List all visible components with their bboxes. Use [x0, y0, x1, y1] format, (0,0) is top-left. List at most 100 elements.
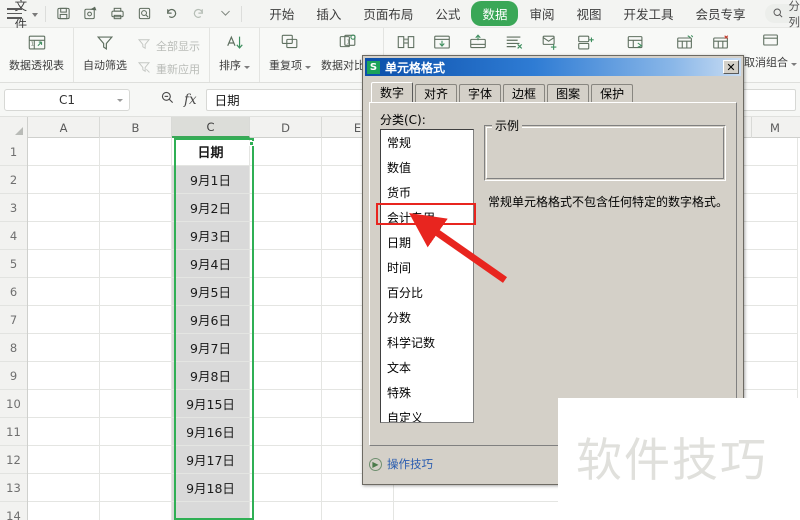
row-header-6[interactable]: 6	[0, 278, 27, 306]
cell-D4[interactable]	[250, 222, 322, 250]
row-header-10[interactable]: 10	[0, 390, 27, 418]
search-input[interactable]: 分列	[764, 0, 800, 29]
cell-C2[interactable]: 9月1日	[172, 166, 250, 194]
ribbon-button-delete-rows[interactable]	[496, 28, 532, 54]
cell-C3[interactable]: 9月2日	[172, 194, 250, 222]
row-header-3[interactable]: 3	[0, 194, 27, 222]
cell-D10[interactable]	[250, 390, 322, 418]
cell-A4[interactable]	[28, 222, 100, 250]
cell-D1[interactable]	[250, 138, 322, 166]
hamburger-icon[interactable]	[7, 8, 22, 19]
cell-A8[interactable]	[28, 334, 100, 362]
cell-C12[interactable]: 9月17日	[172, 446, 250, 474]
undo-icon[interactable]	[163, 5, 180, 22]
dialog-tab-边框[interactable]: 边框	[503, 84, 546, 102]
tab-插入[interactable]: 插入	[305, 1, 352, 26]
ribbon-button-insert-note[interactable]	[532, 28, 568, 54]
cell-C13[interactable]: 9月18日	[172, 474, 250, 502]
column-header-A[interactable]: A	[28, 117, 100, 138]
category-item-会计专用[interactable]: 会计专用	[381, 205, 473, 230]
category-item-日期[interactable]: 日期	[381, 230, 473, 255]
row-header-9[interactable]: 9	[0, 362, 27, 390]
dialog-tab-字体[interactable]: 字体	[459, 84, 502, 102]
print-icon[interactable]	[109, 5, 126, 22]
tab-开始[interactable]: 开始	[258, 1, 305, 26]
column-header-C[interactable]: C	[172, 117, 250, 138]
row-header-11[interactable]: 11	[0, 418, 27, 446]
cell-B12[interactable]	[100, 446, 172, 474]
category-item-分数[interactable]: 分数	[381, 305, 473, 330]
cell-B14[interactable]	[100, 502, 172, 520]
ribbon-button-排序[interactable]: 排序	[214, 28, 255, 73]
cell-C14[interactable]	[172, 502, 250, 520]
cell-D8[interactable]	[250, 334, 322, 362]
cell-D9[interactable]	[250, 362, 322, 390]
cell-A7[interactable]	[28, 306, 100, 334]
cell-C4[interactable]: 9月3日	[172, 222, 250, 250]
category-item-特殊[interactable]: 特殊	[381, 380, 473, 405]
category-item-常规[interactable]: 常规	[381, 130, 473, 155]
zoom-out-icon[interactable]	[160, 90, 175, 109]
ribbon-button-data-validation[interactable]	[568, 28, 604, 54]
cell-B10[interactable]	[100, 390, 172, 418]
tab-开发工具[interactable]: 开发工具	[612, 1, 684, 26]
cell-A11[interactable]	[28, 418, 100, 446]
cell-D5[interactable]	[250, 250, 322, 278]
column-header-M[interactable]: M	[752, 117, 798, 138]
cell-B6[interactable]	[100, 278, 172, 306]
tips-link[interactable]: 操作技巧	[387, 456, 433, 472]
cell-D6[interactable]	[250, 278, 322, 306]
dialog-tab-数字[interactable]: 数字	[371, 82, 414, 102]
cell-D3[interactable]	[250, 194, 322, 222]
cell-D12[interactable]	[250, 446, 322, 474]
cell-D7[interactable]	[250, 306, 322, 334]
tab-数据[interactable]: 数据	[471, 1, 519, 26]
ribbon-button-取消组合[interactable]	[703, 28, 739, 54]
cell-A10[interactable]	[28, 390, 100, 418]
category-item-货币[interactable]: 货币	[381, 180, 473, 205]
row-header-2[interactable]: 2	[0, 166, 27, 194]
row-header-12[interactable]: 12	[0, 446, 27, 474]
cell-C7[interactable]: 9月6日	[172, 306, 250, 334]
ribbon-button-重复项[interactable]: 重复项	[264, 28, 316, 73]
category-list[interactable]: 常规 数值 货币 会计专用 日期 时间 百分比 分数 科学记数 文本 特殊 自定…	[380, 129, 474, 423]
row-header-7[interactable]: 7	[0, 306, 27, 334]
ribbon-button-数据透视表[interactable]: 1 数据透视表	[4, 28, 69, 73]
tab-页面布局[interactable]: 页面布局	[352, 1, 424, 26]
row-header-4[interactable]: 4	[0, 222, 27, 250]
cell-B2[interactable]	[100, 166, 172, 194]
ribbon-button-自动筛选[interactable]: 自动筛选	[78, 28, 132, 73]
dialog-tab-保护[interactable]: 保护	[591, 84, 634, 102]
select-all-corner[interactable]	[0, 117, 28, 138]
tab-审阅[interactable]: 审阅	[518, 1, 565, 26]
print-preview-icon[interactable]	[136, 5, 153, 22]
cell-B13[interactable]	[100, 474, 172, 502]
row-header-5[interactable]: 5	[0, 250, 27, 278]
cell-C9[interactable]: 9月8日	[172, 362, 250, 390]
cell-B9[interactable]	[100, 362, 172, 390]
cell-D11[interactable]	[250, 418, 322, 446]
row-header-1[interactable]: 1	[0, 138, 27, 166]
cell-B4[interactable]	[100, 222, 172, 250]
tab-视图[interactable]: 视图	[565, 1, 612, 26]
cell-D2[interactable]	[250, 166, 322, 194]
cell-A3[interactable]	[28, 194, 100, 222]
ribbon-button-取消组合-label[interactable]: 取消组合	[739, 28, 800, 70]
cell-B5[interactable]	[100, 250, 172, 278]
row-header-8[interactable]: 8	[0, 334, 27, 362]
redo-icon[interactable]	[190, 5, 207, 22]
category-item-百分比[interactable]: 百分比	[381, 280, 473, 305]
cell-A14[interactable]	[28, 502, 100, 520]
cell-B7[interactable]	[100, 306, 172, 334]
play-circle-icon[interactable]: ▶	[369, 457, 382, 471]
close-icon[interactable]: ✕	[723, 60, 739, 74]
cell-A2[interactable]	[28, 166, 100, 194]
save-as-icon[interactable]	[82, 5, 99, 22]
cell-E14[interactable]	[322, 502, 394, 520]
cell-C6[interactable]: 9月5日	[172, 278, 250, 306]
cell-A1[interactable]	[28, 138, 100, 166]
cell-D14[interactable]	[250, 502, 322, 520]
column-header-B[interactable]: B	[100, 117, 172, 138]
tab-公式[interactable]: 公式	[424, 1, 471, 26]
customize-caret-icon[interactable]	[217, 5, 234, 22]
